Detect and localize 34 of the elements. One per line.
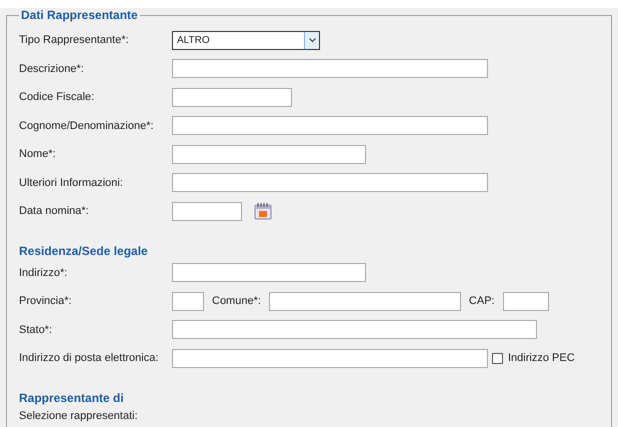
field-label: Codice Fiscale: (19, 91, 96, 104)
input-field[interactable] (172, 59, 488, 78)
field-label: Data nomina*: (19, 205, 90, 218)
calendar-icon[interactable] (254, 202, 272, 220)
checkbox[interactable] (492, 352, 503, 364)
field-label: Selezione rappresentati: (19, 410, 139, 422)
field-label: Indirizzo*: (19, 266, 68, 279)
input-field[interactable] (172, 173, 488, 192)
field-label: Ulteriori Informazioni: (19, 176, 124, 189)
input-field[interactable] (502, 292, 549, 311)
field-label: CAP: (468, 295, 495, 308)
input-field[interactable] (172, 202, 242, 221)
field-label: Comune*: (212, 295, 261, 308)
input-field[interactable] (172, 263, 366, 282)
input-field[interactable] (172, 144, 366, 164)
field-label: Descrizione*: (19, 62, 85, 75)
input-field[interactable] (172, 116, 488, 136)
field-label: Tipo Rappresentante*: (19, 34, 130, 46)
field-label: Indirizzo di posta elettronica: (19, 352, 160, 364)
dropdown[interactable]: ALTRO (172, 30, 320, 50)
field-label: Provincia*: (19, 295, 73, 308)
input-field[interactable] (268, 292, 461, 311)
field-label: Stato*: (19, 324, 54, 336)
caret-icon (308, 38, 316, 43)
field-label: Nome*: (19, 148, 57, 160)
field-label: Cognome/Denominazione*: (19, 120, 155, 132)
panel-title: Dati Rappresentante (20, 9, 139, 22)
section-heading: Residenza/Sede legale (19, 242, 149, 258)
input-field[interactable] (172, 348, 488, 368)
section-heading: Rappresentante di (19, 390, 125, 406)
checkbox-label: Indirizzo PEC (508, 352, 575, 364)
input-field[interactable] (172, 88, 292, 107)
input-field[interactable] (172, 292, 204, 311)
input-field[interactable] (172, 320, 537, 340)
